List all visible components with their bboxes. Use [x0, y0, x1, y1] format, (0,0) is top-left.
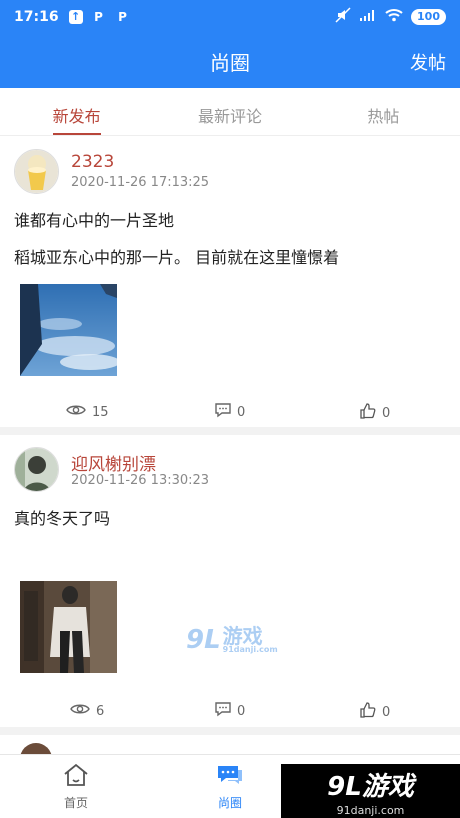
post-image[interactable] — [20, 284, 117, 376]
wifi-icon — [385, 8, 403, 25]
page-title: 尚圈 — [210, 51, 250, 75]
view-count: 15 — [66, 403, 109, 421]
corner-logo-title: 9L游戏 — [327, 771, 414, 802]
nav-circle[interactable]: 尚圈 — [190, 763, 270, 811]
post-timestamp: 2020-11-26 17:13:25 — [71, 175, 210, 190]
post-username[interactable]: 迎风榭别漂 — [71, 450, 156, 475]
signal-icon — [359, 8, 377, 25]
post-body[interactable]: 稻城亚东心中的那一片。 目前就在这里憧憬着 — [14, 244, 339, 268]
like-count[interactable]: 0 — [360, 702, 390, 722]
nav-circle-label: 尚圈 — [217, 796, 242, 810]
post-card[interactable] — [0, 735, 460, 754]
p-app-icon-2: P — [118, 9, 127, 24]
chat-icon — [216, 766, 244, 791]
tab-hot-posts[interactable]: 热帖 — [307, 88, 460, 135]
status-bar: 17:16 ↑ P P 100 — [0, 0, 460, 33]
comment-count[interactable]: 0 — [215, 403, 245, 422]
post-divider — [0, 427, 460, 435]
view-count: 6 — [70, 702, 104, 720]
post-title[interactable]: 真的冬天了吗 — [14, 505, 110, 529]
view-count-value: 6 — [96, 703, 105, 719]
post-stats: 6 0 0 — [0, 702, 460, 726]
post-feed[interactable]: 2323 2020-11-26 17:13:25 谁都有心中的一片圣地 稻城亚东… — [0, 137, 460, 754]
comment-icon — [215, 403, 231, 422]
eye-icon — [66, 403, 86, 421]
watermark: 9L 游戏 91danji.com — [186, 625, 278, 655]
new-post-button[interactable]: 发帖 — [410, 49, 446, 75]
post-title[interactable]: 谁都有心中的一片圣地 — [14, 207, 174, 231]
nav-home[interactable]: 首页 — [36, 763, 116, 811]
post-username[interactable]: 2323 — [71, 152, 114, 172]
tab-new-posts[interactable]: 新发布 — [0, 88, 153, 135]
nav-home-label: 首页 — [63, 796, 88, 810]
avatar[interactable] — [14, 149, 59, 194]
thumbs-up-icon — [360, 702, 376, 722]
comment-count-value: 0 — [237, 704, 246, 719]
post-card[interactable]: 迎风榭别漂 2020-11-26 13:30:23 真的冬天了吗 6 0 0 — [0, 435, 460, 727]
avatar[interactable] — [14, 447, 59, 492]
comment-count[interactable]: 0 — [215, 702, 245, 721]
like-count[interactable]: 0 — [360, 403, 390, 423]
view-count-value: 15 — [92, 404, 109, 420]
app-bar: 尚圈 发帖 — [0, 33, 460, 88]
eye-icon — [70, 702, 90, 720]
mute-icon — [335, 7, 351, 26]
watermark-mark: 9L — [186, 625, 221, 655]
post-image[interactable] — [20, 581, 117, 673]
like-count-value: 0 — [382, 405, 391, 421]
post-timestamp: 2020-11-26 13:30:23 — [71, 473, 210, 488]
watermark-text: 游戏 — [222, 624, 263, 648]
comment-count-value: 0 — [237, 405, 246, 420]
tab-latest-comments[interactable]: 最新评论 — [153, 88, 306, 135]
tab-bar: 新发布 最新评论 热帖 — [0, 88, 460, 136]
post-stats: 15 0 0 — [0, 403, 460, 427]
upload-icon: ↑ — [68, 9, 83, 24]
watermark-domain: 91danji.com — [222, 645, 278, 654]
p-app-icon: P — [94, 9, 103, 24]
battery-indicator: 100 — [411, 8, 446, 25]
corner-logo-domain: 91danji.com — [336, 803, 405, 817]
avatar[interactable] — [20, 743, 52, 754]
post-card[interactable]: 2323 2020-11-26 17:13:25 谁都有心中的一片圣地 稻城亚东… — [0, 137, 460, 427]
home-icon — [63, 763, 89, 791]
thumbs-up-icon — [360, 403, 376, 423]
corner-logo: 9L游戏 91danji.com — [281, 764, 460, 818]
post-divider — [0, 727, 460, 735]
comment-icon — [215, 702, 231, 721]
status-time: 17:16 — [14, 8, 59, 25]
like-count-value: 0 — [382, 704, 391, 720]
